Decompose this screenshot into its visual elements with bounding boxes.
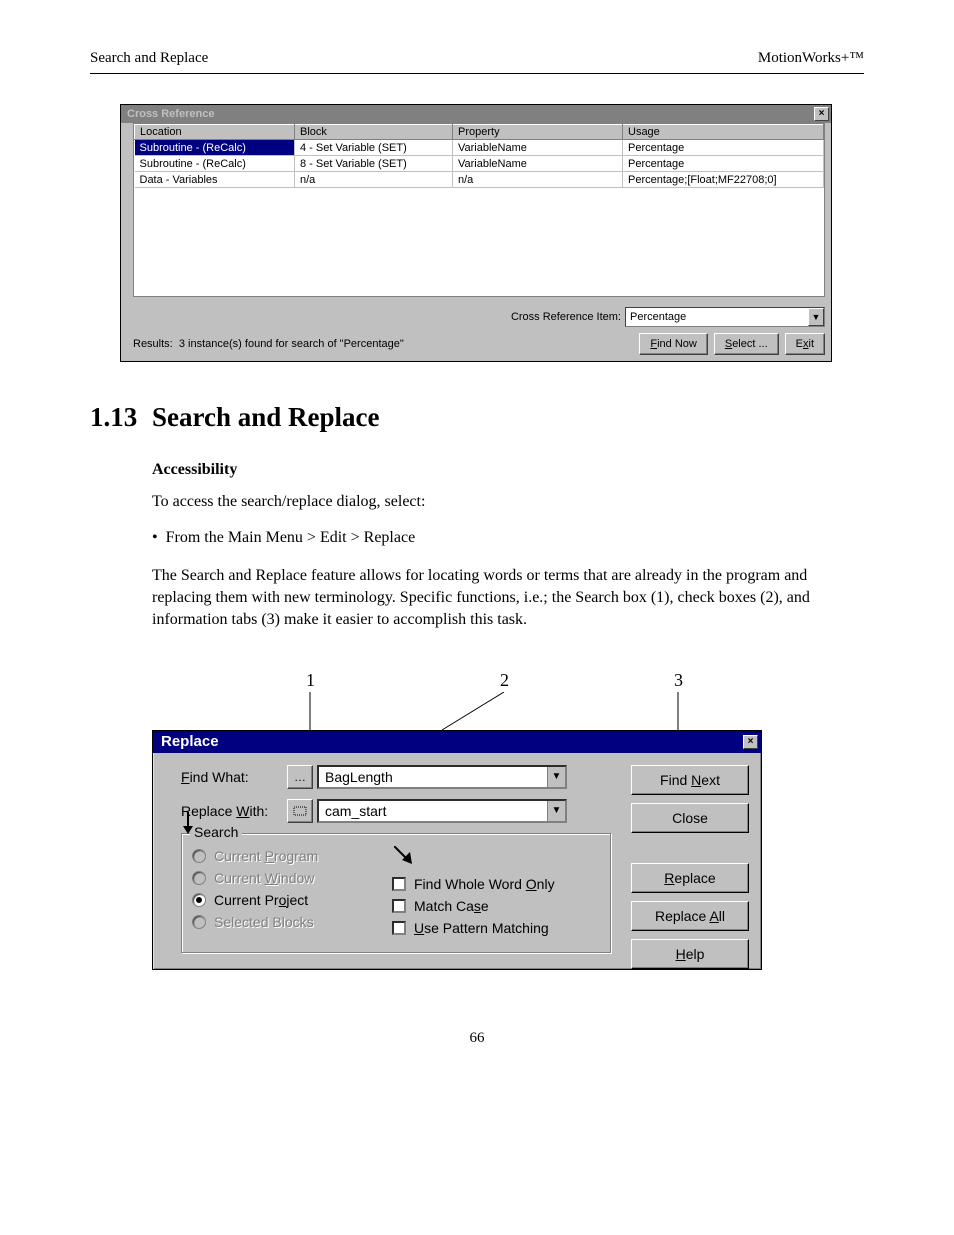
chevron-down-icon[interactable]: ▼: [547, 767, 565, 787]
list-icon: [293, 806, 307, 816]
cell[interactable]: VariableName: [453, 140, 623, 156]
cri-label: Cross Reference Item:: [511, 311, 621, 323]
arrow-down-right-icon: [394, 846, 416, 864]
cell[interactable]: Percentage: [623, 140, 824, 156]
radio-current-project[interactable]: Current Project: [192, 892, 392, 908]
find-what-combo[interactable]: ▼: [317, 765, 567, 789]
replace-browse-button[interactable]: [287, 799, 313, 823]
col-block[interactable]: Block: [295, 125, 453, 140]
select-button[interactable]: Select ...: [714, 333, 779, 355]
table-row[interactable]: Subroutine - (ReCalc) 8 - Set Variable (…: [135, 156, 824, 172]
close-button[interactable]: Close: [631, 803, 749, 833]
checkbox-icon[interactable]: [392, 921, 406, 935]
check-pattern[interactable]: Use Pattern Matching: [392, 920, 600, 936]
radio-icon: [192, 871, 206, 885]
chevron-down-icon[interactable]: ▼: [547, 801, 565, 821]
callout-2: 2: [500, 670, 509, 691]
replace-with-label: Replace With:: [181, 803, 287, 819]
table-row[interactable]: Data - Variables n/a n/a Percentage;[Flo…: [135, 172, 824, 188]
radio-current-program: Current Program: [192, 848, 392, 864]
crossref-titlebar: Cross Reference ×: [121, 105, 831, 123]
help-button[interactable]: Help: [631, 939, 749, 969]
replace-titlebar: Replace ×: [153, 731, 761, 753]
section-heading: 1.13Search and Replace: [90, 402, 864, 433]
header-right: MotionWorks+™: [758, 50, 864, 67]
checkbox-icon[interactable]: [392, 899, 406, 913]
replace-title-text: Replace: [161, 733, 743, 750]
check-match-case[interactable]: Match Case: [392, 898, 600, 914]
callouts: 1 2 3: [152, 670, 762, 730]
radio-icon[interactable]: [192, 893, 206, 907]
find-what-input[interactable]: [319, 767, 547, 787]
chevron-down-icon[interactable]: ▼: [808, 308, 824, 326]
radio-icon: [192, 915, 206, 929]
replace-with-input[interactable]: [319, 801, 547, 821]
col-property[interactable]: Property: [453, 125, 623, 140]
exit-button[interactable]: Exit: [785, 333, 825, 355]
cell[interactable]: VariableName: [453, 156, 623, 172]
header-rule: [90, 73, 864, 74]
find-what-label: Find What:: [181, 769, 287, 785]
find-browse-button[interactable]: …: [287, 765, 313, 789]
col-location[interactable]: Location: [135, 125, 295, 140]
search-groupbox: Search Current Program Current Window: [181, 833, 611, 953]
cell[interactable]: Percentage;[Float;MF22708;0]: [623, 172, 824, 188]
groupbox-title: Search: [190, 824, 242, 840]
crossref-title-text: Cross Reference: [127, 108, 814, 120]
callout-3: 3: [674, 670, 683, 691]
table-row[interactable]: Subroutine - (ReCalc) 4 - Set Variable (…: [135, 140, 824, 156]
close-icon[interactable]: ×: [743, 735, 758, 749]
checkbox-icon[interactable]: [392, 877, 406, 891]
replace-with-combo[interactable]: ▼: [317, 799, 567, 823]
cell[interactable]: 4 - Set Variable (SET): [295, 140, 453, 156]
para-description: The Search and Replace feature allows fo…: [152, 565, 864, 632]
replace-button[interactable]: Replace: [631, 863, 749, 893]
cell[interactable]: 8 - Set Variable (SET): [295, 156, 453, 172]
subheading-accessibility: Accessibility: [152, 461, 864, 479]
col-usage[interactable]: Usage: [623, 125, 824, 140]
radio-current-window: Current Window: [192, 870, 392, 886]
para-access: To access the search/replace dialog, sel…: [152, 491, 864, 513]
radio-selected-blocks: Selected Blocks: [192, 914, 392, 930]
radio-icon: [192, 849, 206, 863]
find-next-button[interactable]: Find Next: [631, 765, 749, 795]
cell[interactable]: Subroutine - (ReCalc): [135, 140, 295, 156]
cell[interactable]: n/a: [295, 172, 453, 188]
cri-combo[interactable]: ▼: [625, 307, 825, 327]
cell[interactable]: n/a: [453, 172, 623, 188]
callout-1: 1: [306, 670, 315, 691]
results-label: Results: 3 instance(s) found for search …: [133, 338, 404, 350]
replace-all-button[interactable]: Replace All: [631, 901, 749, 931]
cell[interactable]: Subroutine - (ReCalc): [135, 156, 295, 172]
crossref-grid[interactable]: Location Block Property Usage Subroutine…: [133, 123, 825, 297]
close-icon[interactable]: ×: [814, 107, 829, 121]
replace-window: Replace × Find What: … ▼ Replace With: ▼: [152, 730, 762, 970]
bullet-menu-path: • From the Main Menu > Edit > Replace: [152, 529, 864, 547]
page-number: 66: [90, 1030, 864, 1047]
cell[interactable]: Data - Variables: [135, 172, 295, 188]
header-left: Search and Replace: [90, 50, 208, 67]
crossref-window: Cross Reference × Location Block Propert…: [120, 104, 832, 362]
cell[interactable]: Percentage: [623, 156, 824, 172]
find-now-button[interactable]: Find Now: [639, 333, 707, 355]
cri-input[interactable]: [626, 308, 808, 326]
check-whole-word[interactable]: Find Whole Word Only: [392, 876, 600, 892]
arrow-down-icon: [181, 812, 195, 834]
callout-lines: [152, 692, 762, 732]
